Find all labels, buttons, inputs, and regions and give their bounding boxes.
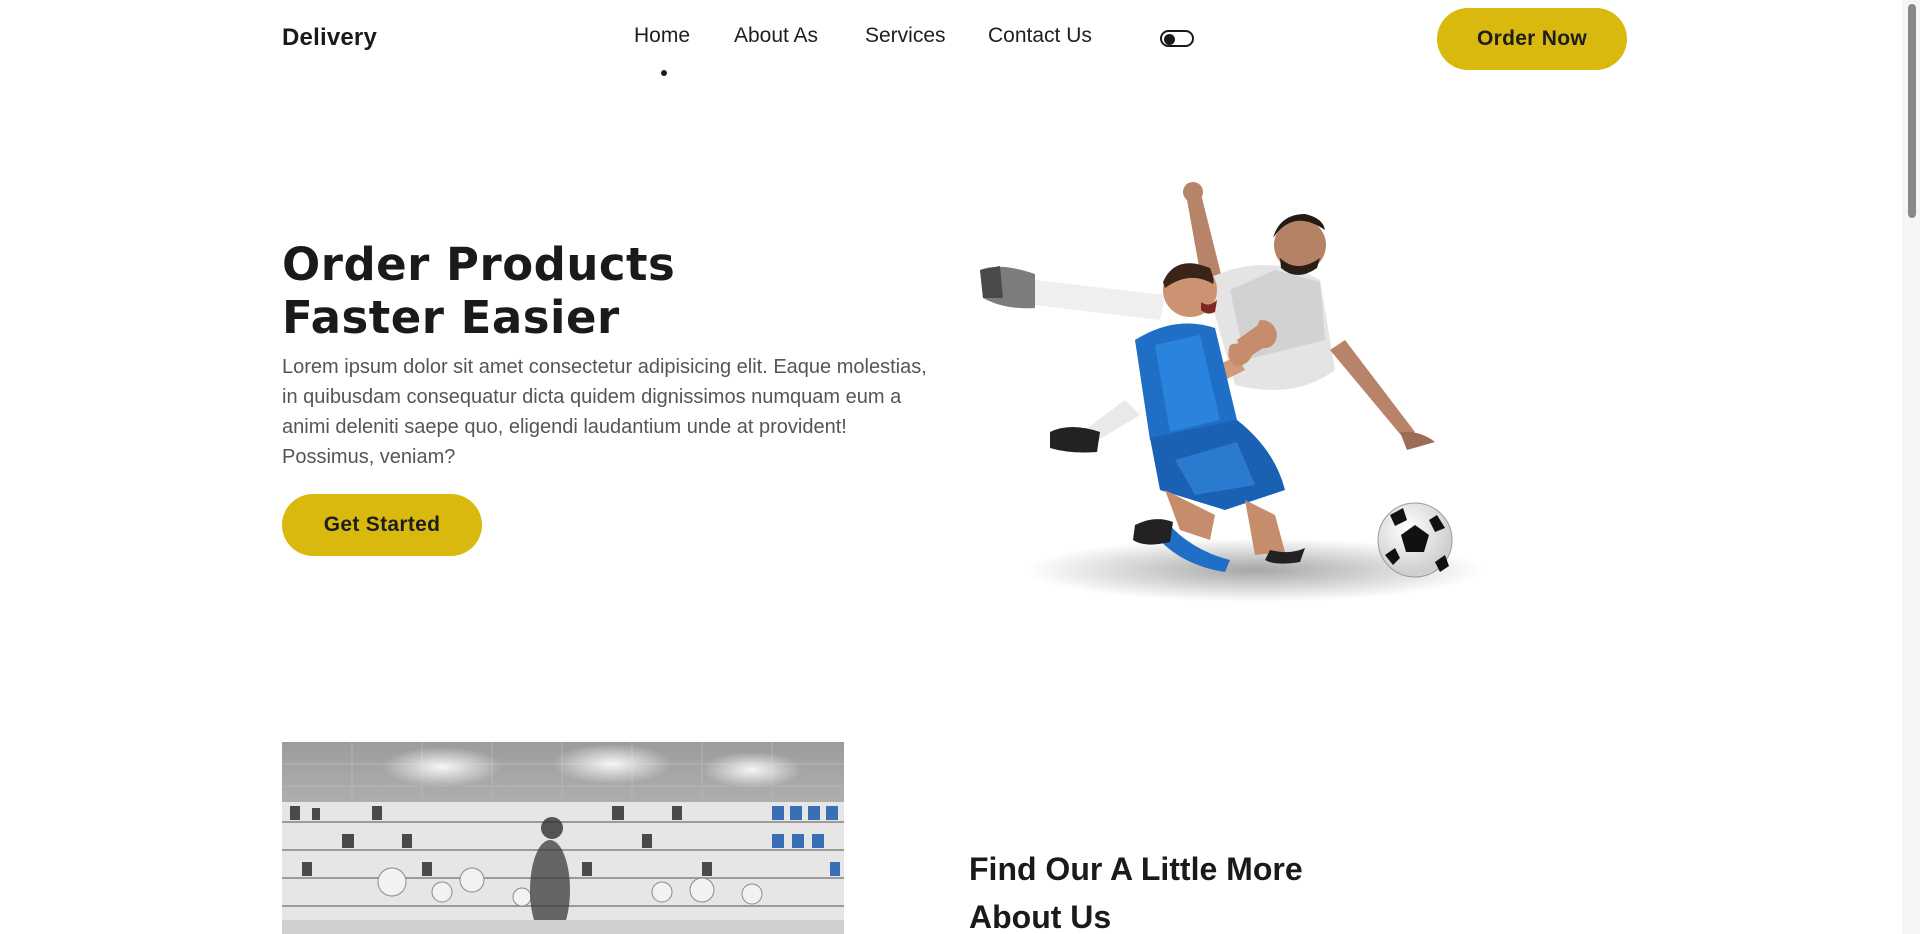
scrollbar-thumb[interactable]: [1908, 4, 1916, 218]
about-title-line1: Find Our A Little More: [969, 851, 1303, 887]
nav-item-services[interactable]: Services: [865, 24, 946, 48]
hero-title-line1: Order Products: [282, 238, 676, 291]
order-now-button[interactable]: Order Now: [1437, 8, 1627, 70]
nav-item-home[interactable]: Home: [634, 24, 690, 48]
nav-item-about[interactable]: About As: [734, 24, 818, 48]
nav-item-contact[interactable]: Contact Us: [988, 24, 1092, 48]
hero-title-line2: Faster Easier: [282, 291, 620, 344]
active-nav-indicator: [661, 70, 667, 76]
get-started-button[interactable]: Get Started: [282, 494, 482, 556]
brand-logo[interactable]: Delivery: [282, 24, 377, 52]
toggle-switch-icon: [1164, 33, 1175, 45]
hero-title: Order Products Faster Easier: [282, 238, 675, 344]
site-header: Delivery Home About As Services Contact …: [0, 0, 1902, 78]
hero-description: Lorem ipsum dolor sit amet consectetur a…: [282, 356, 927, 468]
about-title-line2: About Us: [969, 899, 1112, 934]
vertical-scrollbar[interactable]: [1902, 0, 1920, 934]
theme-toggle[interactable]: [1160, 30, 1194, 47]
landing-page: Delivery Home About As Services Contact …: [0, 0, 1920, 934]
about-title: Find Our A Little More About Us: [969, 845, 1303, 934]
store-interior-image: [282, 742, 844, 934]
soccer-players-image: [980, 182, 1485, 602]
